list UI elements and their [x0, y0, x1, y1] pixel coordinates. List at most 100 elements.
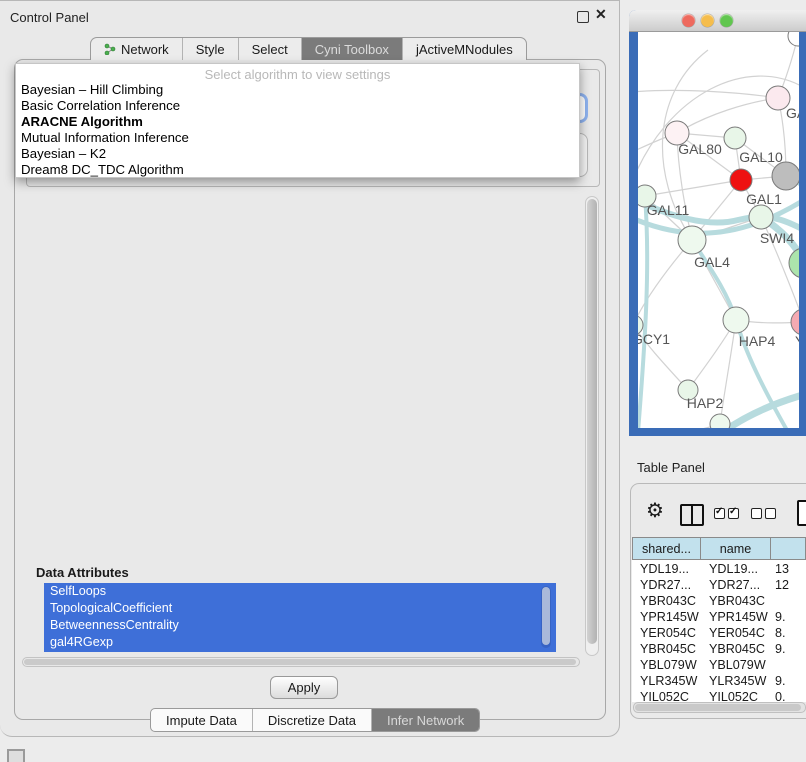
control-panel: Control Panel ✕ Network Style — [0, 0, 620, 737]
cell-name: YLR345W — [709, 673, 766, 689]
dropdown-item-dream8[interactable]: Dream8 DC_TDC Algorithm — [16, 162, 579, 178]
tab-style[interactable]: Style — [183, 38, 239, 60]
node-label-hap4: HAP4 — [739, 333, 776, 349]
edge — [638, 90, 778, 98]
tab-network-label: Network — [121, 42, 169, 57]
list-item[interactable]: BetweennessCentrality — [44, 617, 556, 634]
network-canvas[interactable]: GAL GAL80 GAL10 GAL1 GAL11 SWI4 GAL4 GCY… — [638, 32, 799, 428]
data-attributes-list[interactable]: SelfLoops TopologicalCoefficient Between… — [44, 583, 556, 652]
node-gal4[interactable] — [678, 226, 706, 254]
tab-select[interactable]: Select — [239, 38, 302, 60]
cell-name: YBR043C — [709, 593, 765, 609]
table-horizontal-scrollbar[interactable] — [633, 702, 806, 713]
tab-network[interactable]: Network — [91, 38, 183, 60]
tab-style-label: Style — [196, 42, 225, 57]
node-salmon-right[interactable] — [791, 309, 799, 335]
dock-panel-icon[interactable] — [7, 749, 25, 762]
algorithm-dropdown-popup: Select algorithm to view settings Bayesi… — [15, 63, 580, 178]
table-row[interactable]: YDL19... YDL19... 13 — [632, 561, 806, 577]
dropdown-item-bayesian-k2[interactable]: Bayesian – K2 — [16, 146, 579, 162]
column-header-shared[interactable]: shared... — [632, 537, 701, 560]
checked-box-icon — [714, 508, 725, 519]
close-traffic-light-icon[interactable] — [682, 14, 695, 27]
node-swi4[interactable] — [749, 205, 773, 229]
node-label-y-partial: Y — [795, 333, 799, 349]
node-gray[interactable] — [772, 162, 799, 190]
apply-button-label: Apply — [288, 680, 321, 695]
tab-jactivemnodules[interactable]: jActiveMNodules — [403, 38, 526, 60]
dropdown-item-bayesian-hill-climbing[interactable]: Bayesian – Hill Climbing — [16, 82, 579, 98]
network-window-titlebar[interactable] — [629, 10, 806, 32]
cell-name: YPR145W — [709, 609, 768, 625]
node-hap4[interactable] — [723, 307, 749, 333]
node-gal1-selected[interactable] — [730, 169, 752, 191]
cell-shared: YBR043C — [640, 593, 696, 609]
tab-impute-data-label: Impute Data — [166, 713, 237, 728]
columns-icon[interactable] — [680, 504, 704, 526]
tab-select-label: Select — [252, 42, 288, 57]
hide-columns-icon[interactable] — [751, 508, 776, 519]
node-unlabeled-top[interactable] — [788, 32, 799, 46]
cell-name: YBL079W — [709, 657, 766, 673]
close-icon[interactable]: ✕ — [595, 6, 607, 23]
node-unlabeled-bottom[interactable] — [710, 414, 730, 428]
node-label-gcy1: GCY1 — [638, 331, 670, 347]
control-panel-title: Control Panel — [10, 10, 89, 25]
cell-shared: YLR345W — [640, 673, 697, 689]
checked-box-icon — [728, 508, 739, 519]
table-row[interactable]: YER054C YER054C 8. — [632, 625, 806, 641]
float-window-icon[interactable] — [577, 11, 589, 23]
table-row[interactable]: YLR345W YLR345W 9. — [632, 673, 806, 689]
cell-shared: YDR27... — [640, 577, 691, 593]
gear-icon[interactable]: ⚙ — [646, 501, 664, 521]
list-item[interactable]: SelfLoops — [44, 583, 556, 600]
cell-shared: YBR045C — [640, 641, 696, 657]
table-horizontal-scrollbar-thumb[interactable] — [635, 704, 801, 711]
dropdown-item-aracne[interactable]: ARACNE Algorithm — [16, 114, 579, 130]
tab-discretize-data[interactable]: Discretize Data — [253, 709, 372, 731]
settings-scrollbar[interactable] — [585, 196, 599, 656]
dropdown-item-mutual-information[interactable]: Mutual Information Inference — [16, 130, 579, 146]
table-row[interactable]: YBL079W YBL079W — [632, 657, 806, 673]
table-row[interactable]: YBR043C YBR043C — [632, 593, 806, 609]
settings-horizontal-scrollbar-thumb[interactable] — [24, 659, 576, 665]
table-row[interactable]: YPR145W YPR145W 9. — [632, 609, 806, 625]
attribute-list-scrollbar-thumb[interactable] — [542, 587, 550, 645]
table-row[interactable]: YBR045C YBR045C 9. — [632, 641, 806, 657]
attribute-list-scrollbar[interactable] — [541, 586, 551, 648]
list-item[interactable]: gal4RGexp — [44, 634, 556, 651]
minimize-traffic-light-icon[interactable] — [701, 14, 714, 27]
cell-name: YER054C — [709, 625, 765, 641]
list-item[interactable]: TopologicalCoefficient — [44, 600, 556, 617]
column-header-partial[interactable] — [770, 537, 806, 560]
cell-value: 13 — [775, 561, 789, 577]
node-label-gal80: GAL80 — [678, 141, 722, 157]
node-green-right[interactable] — [789, 248, 799, 278]
table-row[interactable]: YDR27... YDR27... 12 — [632, 577, 806, 593]
node-label-gal11: GAL11 — [647, 202, 690, 218]
data-attributes-label: Data Attributes — [36, 565, 129, 580]
dropdown-item-basic-correlation[interactable]: Basic Correlation Inference — [16, 98, 579, 114]
tab-infer-network[interactable]: Infer Network — [372, 709, 479, 731]
show-checked-columns-icon[interactable] — [714, 508, 739, 519]
cell-shared: YBL079W — [640, 657, 697, 673]
apply-button[interactable]: Apply — [270, 676, 338, 699]
cell-value: 12 — [775, 577, 789, 593]
node-label-hap2: HAP2 — [687, 395, 724, 411]
zoom-traffic-light-icon[interactable] — [720, 14, 733, 27]
tab-discretize-data-label: Discretize Data — [268, 713, 356, 728]
settings-scrollbar-thumb[interactable] — [587, 199, 597, 644]
node-gal10[interactable] — [724, 127, 746, 149]
document-icon[interactable] — [797, 500, 806, 526]
node-label-gal1: GAL1 — [746, 191, 782, 207]
node-label-gal: GAL — [786, 105, 799, 121]
network-icon — [104, 43, 116, 55]
network-view-window[interactable]: GAL GAL80 GAL10 GAL1 GAL11 SWI4 GAL4 GCY… — [629, 10, 806, 436]
column-header-name[interactable]: name — [700, 537, 771, 560]
tab-impute-data[interactable]: Impute Data — [151, 709, 253, 731]
edge — [677, 98, 778, 133]
cell-name: YDL19... — [709, 561, 758, 577]
tab-cyni-toolbox[interactable]: Cyni Toolbox — [302, 38, 403, 60]
cell-name: YBR045C — [709, 641, 765, 657]
settings-horizontal-scrollbar[interactable] — [22, 657, 580, 667]
